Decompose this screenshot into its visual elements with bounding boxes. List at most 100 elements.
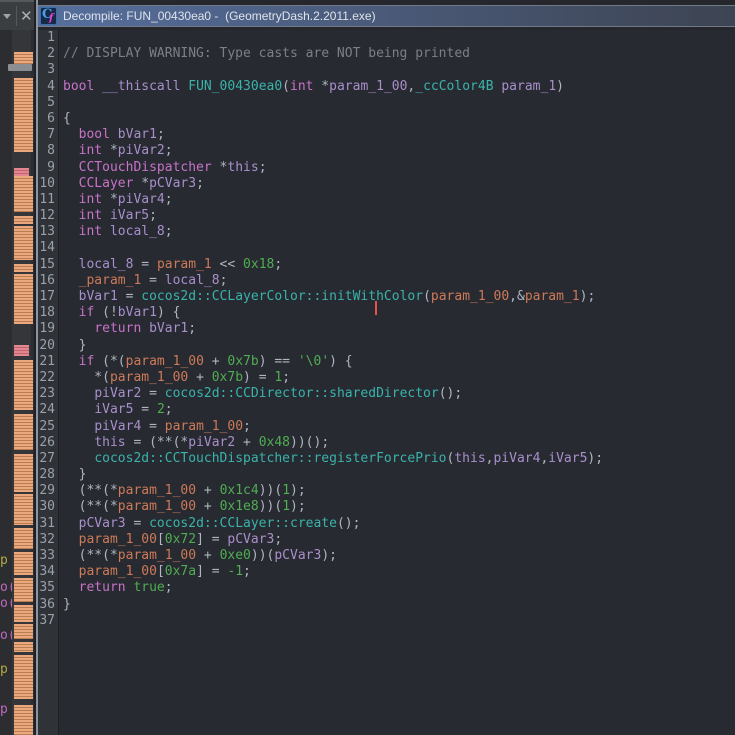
- decompile-titlebar[interactable]: C f Decompile: FUN_00430ea0 - (GeometryD…: [38, 5, 735, 27]
- code-token: param_1_00: [329, 78, 408, 94]
- code-token: ) =: [243, 369, 275, 385]
- code-line[interactable]: _param_1 = local_8;: [63, 273, 735, 289]
- code-token: =: [141, 418, 165, 434]
- code-token: ;: [149, 208, 157, 224]
- minimap-block: [14, 642, 33, 652]
- code-token: *: [102, 143, 118, 159]
- minimap-block: [14, 454, 33, 492]
- code-token: param_1: [524, 289, 580, 304]
- code-token: pCVar3: [78, 515, 126, 531]
- code-line[interactable]: [63, 62, 735, 78]
- code-token: +: [196, 499, 220, 515]
- code-line[interactable]: return true;: [63, 580, 735, 596]
- code-line[interactable]: if (*(param_1_00 + 0x7b) == '\0') {: [63, 354, 735, 370]
- code-line[interactable]: }: [63, 467, 735, 483]
- code-token: return: [94, 321, 142, 337]
- code-line[interactable]: bool __thiscall FUN_00430ea0(int *param_…: [63, 79, 735, 95]
- code-line[interactable]: pCVar3 = cocos2d::CCLayer::create();: [63, 516, 735, 532]
- adjacent-panel-header: ✕: [0, 0, 34, 30]
- code-token: param_1: [501, 78, 557, 94]
- code-token: ;: [164, 191, 173, 207]
- code-line[interactable]: (**(*param_1_00 + 0x1c4))(1);: [63, 483, 735, 499]
- code-token: +: [196, 548, 220, 563]
- code-line[interactable]: iVar5 = 2;: [63, 402, 735, 418]
- header-divider: [16, 6, 17, 26]
- code-line[interactable]: int iVar5;: [63, 208, 735, 224]
- code-line[interactable]: {: [63, 111, 735, 127]
- close-icon[interactable]: ✕: [20, 3, 33, 29]
- code-line[interactable]: bool bVar1;: [63, 127, 735, 143]
- dropdown-caret-icon[interactable]: [3, 13, 11, 19]
- code-token: ;: [156, 127, 165, 143]
- line-number: 15: [39, 256, 55, 272]
- code-line[interactable]: return bVar1;: [63, 321, 735, 337]
- minimap-block: [14, 552, 33, 575]
- clipped-code-fragment: p: [0, 702, 8, 717]
- code-token: bVar1: [78, 289, 118, 304]
- code-line[interactable]: [63, 613, 735, 629]
- code-line[interactable]: cocos2d::CCTouchDispatcher::registerForc…: [63, 451, 735, 467]
- code-line[interactable]: *(param_1_00 + 0x7b) = 1;: [63, 370, 735, 386]
- clipped-code-fragment: o(: [0, 580, 12, 595]
- code-token: local_8: [78, 256, 134, 272]
- code-token: =: [125, 515, 150, 531]
- minimap-block: [14, 360, 33, 410]
- code-line[interactable]: param_1_00[0x72] = pCVar3;: [63, 532, 735, 548]
- code-token: _param_1: [78, 272, 142, 288]
- code-line[interactable]: }: [63, 338, 735, 354]
- scrollbar-thumb[interactable]: [8, 64, 32, 71]
- code-token: }: [63, 467, 87, 483]
- code-token: param_1_00: [109, 369, 189, 385]
- code-line[interactable]: (**(*param_1_00 + 0x1e8))(1);: [63, 499, 735, 515]
- code-line[interactable]: int *piVar4;: [63, 192, 735, 208]
- code-line[interactable]: this = (**(*piVar2 + 0x48))();: [63, 435, 735, 451]
- code-line[interactable]: int *piVar2;: [63, 143, 735, 159]
- code-line[interactable]: CCTouchDispatcher *this;: [63, 160, 735, 176]
- code-line[interactable]: bVar1 = cocos2d::CCLayerColor::initWithC…: [63, 289, 735, 315]
- code-token: 0x7b: [227, 353, 259, 369]
- code-token: ))(: [258, 499, 283, 515]
- code-token: {: [63, 110, 71, 126]
- code-line[interactable]: }: [63, 597, 735, 613]
- code-token: ,&: [509, 289, 525, 304]
- code-token: ))(: [258, 483, 283, 499]
- code-token: (: [282, 78, 290, 94]
- code-token: 0x48: [258, 434, 291, 450]
- decompile-content: 1 2 3 4 5 6 7 8 9 10 11 12 13 14 15 16 17 18 19 20 21 22 23 24 2…: [38, 30, 735, 735]
- code-token: ] =: [196, 564, 228, 580]
- code-line[interactable]: [63, 240, 735, 256]
- code-token: pCVar3: [274, 548, 322, 563]
- minimap-block: [14, 414, 33, 450]
- code-area[interactable]: // DISPLAY WARNING: Type casts are NOT b…: [59, 30, 735, 735]
- code-token: bVar1: [117, 305, 157, 321]
- code-token: (: [423, 289, 431, 304]
- code-line[interactable]: local_8 = param_1 << 0x18;: [63, 257, 735, 273]
- code-line[interactable]: if (!bVar1) {: [63, 305, 735, 321]
- code-line[interactable]: // DISPLAY WARNING: Type casts are NOT b…: [63, 46, 735, 62]
- code-line[interactable]: piVar2 = cocos2d::CCDirector::sharedDire…: [63, 386, 735, 402]
- code-line[interactable]: [63, 30, 735, 46]
- code-line[interactable]: (**(*param_1_00 + 0xe0))(pCVar3);: [63, 548, 735, 564]
- code-line[interactable]: [63, 95, 735, 111]
- code-line[interactable]: int local_8;: [63, 224, 735, 240]
- code-token: +: [196, 483, 220, 499]
- code-token: int: [78, 208, 103, 224]
- code-line[interactable]: piVar4 = param_1_00;: [63, 419, 735, 435]
- code-line[interactable]: param_1_00[0x7a] = -1;: [63, 564, 735, 580]
- code-token: piVar4: [117, 191, 165, 207]
- code-token: 2: [156, 402, 165, 418]
- code-token: param_1_00: [78, 531, 157, 547]
- code-token: int: [78, 191, 103, 207]
- code-line[interactable]: CCLayer *pCVar3;: [63, 176, 735, 192]
